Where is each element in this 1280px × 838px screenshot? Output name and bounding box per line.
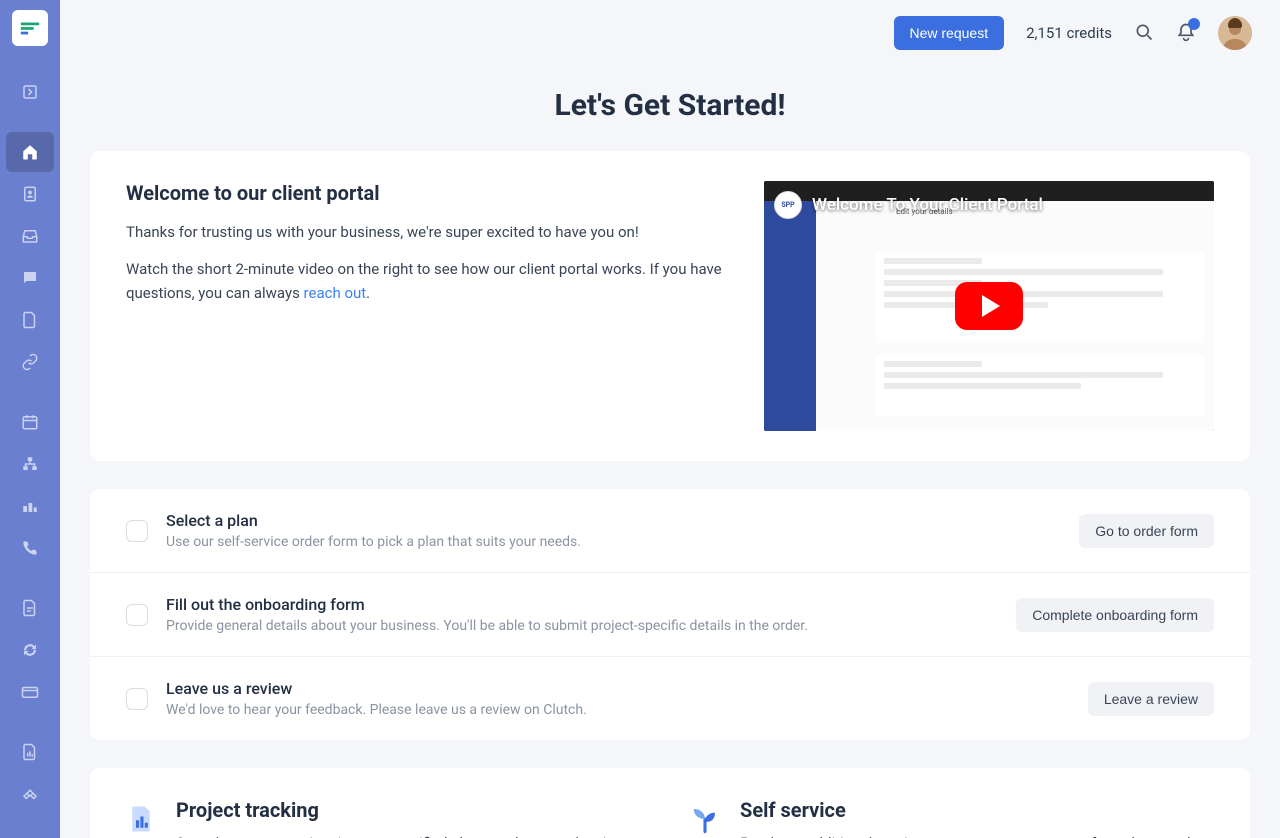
nav-links[interactable] [6, 342, 54, 382]
video-title: Welcome To Your Client Portal [812, 195, 1043, 215]
nav-inbox[interactable] [6, 216, 54, 256]
welcome-paragraph-2: Watch the short 2-minute video on the ri… [126, 258, 734, 305]
welcome-video[interactable]: Edit your details [764, 181, 1214, 431]
task-desc: We'd love to hear your feedback. Please … [166, 702, 1070, 718]
feature-project-tracking: Project tracking See where every project… [126, 798, 650, 838]
task-checkbox[interactable] [126, 604, 148, 626]
nav-workflow[interactable] [6, 444, 54, 484]
onboarding-form-button[interactable]: Complete onboarding form [1016, 598, 1214, 632]
welcome-paragraph-1: Thanks for trusting us with your busines… [126, 221, 734, 244]
video-channel-chip: SPP [774, 191, 802, 219]
feature-title: Self service [740, 798, 1214, 822]
nav-sync[interactable] [6, 630, 54, 670]
task-title: Fill out the onboarding form [166, 595, 998, 614]
order-form-button[interactable]: Go to order form [1079, 514, 1214, 548]
nav-invoices[interactable] [6, 588, 54, 628]
nav-partners[interactable] [6, 774, 54, 814]
task-row: Fill out the onboarding form Provide gen… [90, 573, 1250, 657]
feature-self-service: Self service Purchase additional service… [690, 798, 1214, 838]
task-title: Select a plan [166, 511, 1061, 530]
task-desc: Use our self-service order form to pick … [166, 534, 1061, 550]
sidebar [0, 0, 60, 838]
nav-billing[interactable] [6, 672, 54, 712]
task-row: Select a plan Use our self-service order… [90, 489, 1250, 573]
page-title: Let's Get Started! [90, 88, 1250, 123]
nav-collapse[interactable] [6, 72, 54, 112]
user-avatar[interactable] [1218, 16, 1252, 50]
nav-contacts[interactable] [6, 174, 54, 214]
nav-home[interactable] [6, 132, 54, 172]
task-checkbox[interactable] [126, 520, 148, 542]
task-title: Leave us a review [166, 679, 1070, 698]
document-chart-icon [126, 804, 156, 834]
nav-files[interactable] [6, 300, 54, 340]
nav-reports[interactable] [6, 732, 54, 772]
new-request-button[interactable]: New request [894, 16, 1005, 50]
search-icon [1134, 22, 1154, 45]
credits-count: 2,151 credits [1026, 24, 1112, 42]
search-button[interactable] [1134, 22, 1154, 45]
notifications-button[interactable] [1176, 22, 1196, 45]
task-checkbox[interactable] [126, 688, 148, 710]
feature-title: Project tracking [176, 798, 650, 822]
app-logo[interactable] [12, 10, 48, 46]
sprout-icon [690, 804, 720, 834]
notification-dot [1188, 18, 1200, 30]
leave-review-button[interactable]: Leave a review [1088, 682, 1214, 716]
nav-calendar[interactable] [6, 402, 54, 442]
topbar: New request 2,151 credits [60, 0, 1280, 66]
task-list: Select a plan Use our self-service order… [90, 489, 1250, 740]
play-icon [955, 282, 1023, 330]
reach-out-link[interactable]: reach out [304, 284, 367, 302]
welcome-heading: Welcome to our client portal [126, 181, 734, 205]
features-card: Project tracking See where every project… [90, 768, 1250, 838]
nav-phone[interactable] [6, 528, 54, 568]
feature-desc: See where every project is at, get notif… [176, 832, 650, 838]
nav-chat[interactable] [6, 258, 54, 298]
feature-desc: Purchase additional services or create n… [740, 832, 1214, 838]
task-row: Leave us a review We'd love to hear your… [90, 657, 1250, 740]
welcome-card: Welcome to our client portal Thanks for … [90, 151, 1250, 461]
nav-team[interactable] [6, 486, 54, 526]
task-desc: Provide general details about your busin… [166, 618, 998, 634]
